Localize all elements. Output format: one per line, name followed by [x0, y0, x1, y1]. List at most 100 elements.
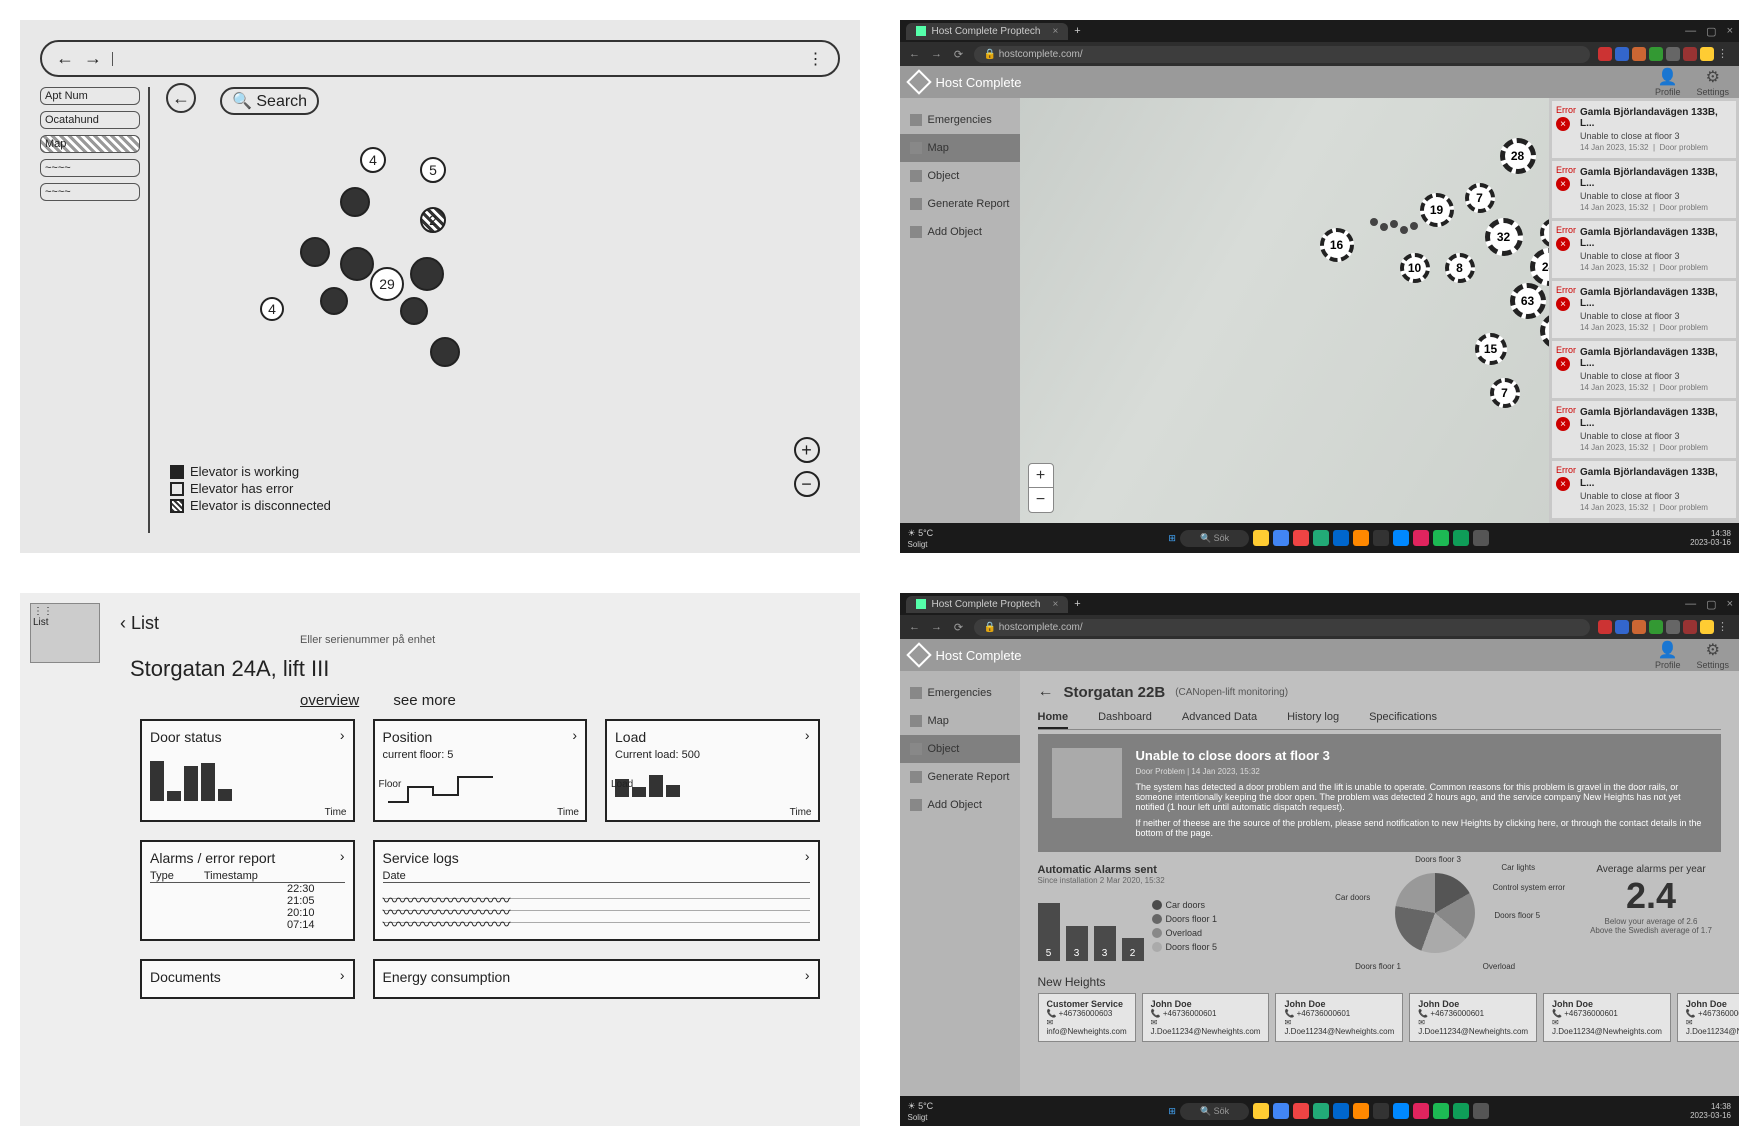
- task-icon[interactable]: [1293, 1103, 1309, 1119]
- back-link[interactable]: ‹ List: [120, 613, 840, 634]
- tab-dashboard[interactable]: Dashboard: [1098, 711, 1152, 729]
- kebab-icon[interactable]: ⋮: [808, 49, 824, 69]
- map-marker[interactable]: [300, 237, 330, 267]
- tab-home[interactable]: Home: [1038, 711, 1069, 729]
- settings-button[interactable]: ⚙Settings: [1696, 640, 1729, 670]
- sidebar-item[interactable]: Ocatahund: [40, 111, 140, 129]
- sidebar-item-map[interactable]: Map: [40, 135, 140, 153]
- new-tab-button[interactable]: +: [1074, 25, 1080, 37]
- back-arrow-icon[interactable]: ←: [56, 48, 74, 69]
- map-marker[interactable]: 29: [370, 267, 404, 301]
- map-cluster[interactable]: 7: [1490, 378, 1520, 408]
- map-cluster[interactable]: 7: [1465, 183, 1495, 213]
- forward-icon[interactable]: →: [930, 620, 944, 634]
- error-item[interactable]: Error×Gamla Björlandavägen 133B, L...Una…: [1552, 281, 1736, 338]
- card-documents[interactable]: Documents›: [140, 959, 355, 999]
- forward-icon[interactable]: →: [930, 47, 944, 61]
- task-icon[interactable]: [1453, 1103, 1469, 1119]
- url-input[interactable]: 🔒 hostcomplete.com/: [974, 46, 1591, 63]
- taskbar-clock[interactable]: 14:382023-03-16: [1690, 1102, 1731, 1120]
- map-cluster[interactable]: 19: [1420, 193, 1454, 227]
- ext-icon[interactable]: [1649, 620, 1663, 634]
- task-icon[interactable]: [1413, 1103, 1429, 1119]
- task-icon[interactable]: [1473, 530, 1489, 546]
- profile-button[interactable]: 👤Profile: [1655, 640, 1681, 670]
- back-button[interactable]: ←: [1038, 683, 1054, 701]
- nav-emergencies[interactable]: Emergencies: [900, 679, 1020, 707]
- ext-icon[interactable]: [1683, 47, 1697, 61]
- map-marker[interactable]: [400, 297, 428, 325]
- map-marker[interactable]: 5: [420, 157, 446, 183]
- ext-icon[interactable]: [1615, 47, 1629, 61]
- task-icon[interactable]: [1353, 530, 1369, 546]
- card-energy[interactable]: Energy consumption›: [373, 959, 820, 999]
- task-icon[interactable]: [1273, 1103, 1289, 1119]
- ext-icon[interactable]: [1598, 47, 1612, 61]
- back-icon[interactable]: ←: [908, 620, 922, 634]
- taskbar-search[interactable]: 🔍 Sök: [1180, 1103, 1249, 1120]
- browser-tab[interactable]: Host Complete Proptech×: [906, 596, 1069, 613]
- minimize-icon[interactable]: —: [1685, 25, 1696, 38]
- contact-card[interactable]: John Doe📞 +46736000601✉ J.Doe11234@Newhe…: [1677, 993, 1739, 1042]
- task-icon[interactable]: [1333, 530, 1349, 546]
- map-cluster[interactable]: 28: [1500, 138, 1536, 174]
- start-icon[interactable]: ⊞: [1168, 1106, 1176, 1117]
- profile-button[interactable]: 👤Profile: [1655, 67, 1681, 97]
- reload-icon[interactable]: ⟳: [952, 620, 966, 634]
- error-item[interactable]: Error×Gamla Björlandavägen 133B, L...Una…: [1552, 461, 1736, 518]
- start-icon[interactable]: ⊞: [1168, 533, 1176, 544]
- task-icon[interactable]: [1373, 1103, 1389, 1119]
- card-service-logs[interactable]: Service logs› Date 〰〰〰〰〰〰〰〰 〰〰〰〰〰〰〰〰 〰〰〰…: [373, 840, 820, 941]
- task-icon[interactable]: [1253, 1103, 1269, 1119]
- zoom-out-button[interactable]: −: [794, 471, 820, 497]
- zoom-out-button[interactable]: −: [1029, 488, 1053, 512]
- map-marker[interactable]: [410, 257, 444, 291]
- task-icon[interactable]: [1293, 530, 1309, 546]
- taskbar-search[interactable]: 🔍 Sök: [1180, 530, 1249, 547]
- ext-icon[interactable]: [1598, 620, 1612, 634]
- sketch-map-canvas[interactable]: ← 🔍 Search 4 5 2 29 4 Elevator is workin…: [160, 87, 840, 533]
- contact-card[interactable]: John Doe📞 +46736000601✉ J.Doe11234@Newhe…: [1409, 993, 1537, 1042]
- forward-arrow-icon[interactable]: →: [84, 48, 102, 69]
- map-marker[interactable]: 4: [360, 147, 386, 173]
- nav-map[interactable]: Map: [900, 134, 1020, 162]
- task-icon[interactable]: [1373, 530, 1389, 546]
- url-field-sketch[interactable]: [112, 52, 798, 66]
- task-icon[interactable]: [1313, 1103, 1329, 1119]
- map-cluster[interactable]: 15: [1475, 333, 1507, 365]
- tab-see-more[interactable]: see more: [393, 692, 456, 709]
- new-tab-button[interactable]: +: [1074, 598, 1080, 610]
- nav-add-object[interactable]: Add Object: [900, 218, 1020, 246]
- sidebar-item[interactable]: ~~~~: [40, 159, 140, 177]
- maximize-icon[interactable]: ▢: [1706, 598, 1716, 611]
- nav-object[interactable]: Object: [900, 162, 1020, 190]
- task-icon[interactable]: [1333, 1103, 1349, 1119]
- weather-widget[interactable]: ☀ 5°CSoligt: [908, 1101, 968, 1122]
- contact-card[interactable]: John Doe📞 +46736000601✉ J.Doe11234@Newhe…: [1543, 993, 1671, 1042]
- nav-object[interactable]: Object: [900, 735, 1020, 763]
- ext-icon[interactable]: [1700, 47, 1714, 61]
- nav-emergencies[interactable]: Emergencies: [900, 106, 1020, 134]
- ext-icon[interactable]: [1632, 47, 1646, 61]
- close-window-icon[interactable]: ×: [1727, 598, 1733, 611]
- minimap-thumbnail[interactable]: ⋮⋮List: [30, 603, 100, 663]
- nav-map[interactable]: Map: [900, 707, 1020, 735]
- nav-generate-report[interactable]: Generate Report: [900, 763, 1020, 791]
- nav-generate-report[interactable]: Generate Report: [900, 190, 1020, 218]
- map-marker[interactable]: [340, 247, 374, 281]
- map-cluster[interactable]: 10: [1400, 253, 1430, 283]
- task-icon[interactable]: [1273, 530, 1289, 546]
- menu-icon[interactable]: ⋮: [1717, 47, 1731, 61]
- task-icon[interactable]: [1433, 530, 1449, 546]
- map-cluster[interactable]: 63: [1510, 283, 1546, 319]
- ext-icon[interactable]: [1615, 620, 1629, 634]
- error-item[interactable]: Error×Gamla Björlandavägen 133B, L...Una…: [1552, 341, 1736, 398]
- map-cluster[interactable]: 32: [1485, 218, 1523, 256]
- sidebar-item[interactable]: ~~~~: [40, 183, 140, 201]
- card-load[interactable]: LoadCurrent load: 500› Load Time: [605, 719, 820, 822]
- sidebar-item[interactable]: Apt Num: [40, 87, 140, 105]
- map-marker[interactable]: [340, 187, 370, 217]
- map-marker[interactable]: 4: [260, 297, 284, 321]
- map-marker[interactable]: [430, 337, 460, 367]
- map-marker[interactable]: 2: [420, 207, 446, 233]
